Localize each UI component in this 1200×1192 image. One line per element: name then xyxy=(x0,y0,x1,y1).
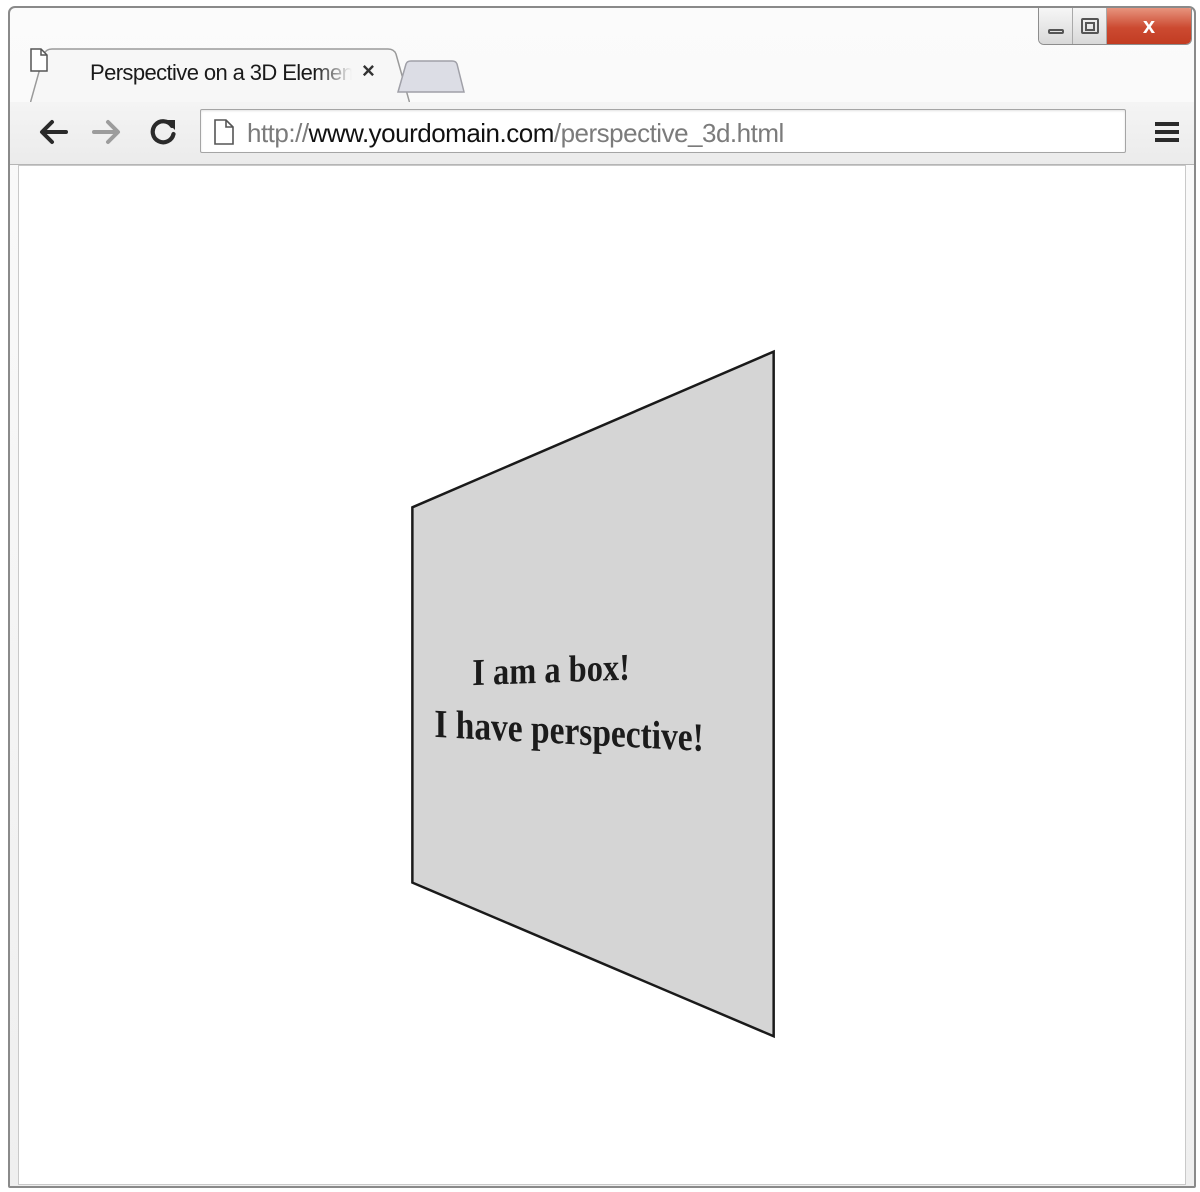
maximize-icon xyxy=(1080,18,1099,34)
menu-button[interactable] xyxy=(1150,114,1184,150)
toolbar: http://www.yourdomain.com/perspective_3d… xyxy=(10,102,1194,165)
tab-title: Perspective on a 3D Element xyxy=(90,60,352,85)
back-button[interactable] xyxy=(36,114,70,150)
tab-close-button[interactable]: × xyxy=(362,58,375,84)
minimize-button[interactable] xyxy=(1039,8,1073,44)
reload-button[interactable] xyxy=(146,114,180,150)
hamburger-menu-icon xyxy=(1155,122,1179,142)
close-window-button[interactable]: x xyxy=(1107,8,1191,44)
reload-icon xyxy=(150,119,176,145)
minimize-icon xyxy=(1047,28,1064,34)
arrow-left-icon xyxy=(40,120,68,144)
page-icon xyxy=(30,48,48,72)
tab-active[interactable]: Perspective on a 3D Element × xyxy=(30,48,410,104)
url-scheme: http:// xyxy=(247,118,309,148)
window-controls: x xyxy=(1038,8,1192,45)
address-bar[interactable]: http://www.yourdomain.com/perspective_3d… xyxy=(200,109,1126,153)
new-tab-button[interactable] xyxy=(396,60,466,94)
maximize-button[interactable] xyxy=(1073,8,1107,44)
arrow-right-icon xyxy=(92,120,120,144)
forward-button[interactable] xyxy=(90,114,124,150)
page-content: I am a box! I have perspective! xyxy=(18,165,1186,1185)
close-icon: x xyxy=(1142,13,1156,38)
box-text-line-1: I am a box! xyxy=(472,647,630,694)
page-icon xyxy=(214,119,234,145)
box-face xyxy=(411,349,775,1039)
browser-window: x Perspective on a 3D Element × http://w… xyxy=(8,6,1196,1188)
url-path: /perspective_3d.html xyxy=(553,118,784,148)
url-text: http://www.yourdomain.com/perspective_3d… xyxy=(247,118,784,149)
perspective-box: I am a box! I have perspective! xyxy=(411,349,775,1039)
url-host: www.yourdomain.com xyxy=(308,118,555,148)
